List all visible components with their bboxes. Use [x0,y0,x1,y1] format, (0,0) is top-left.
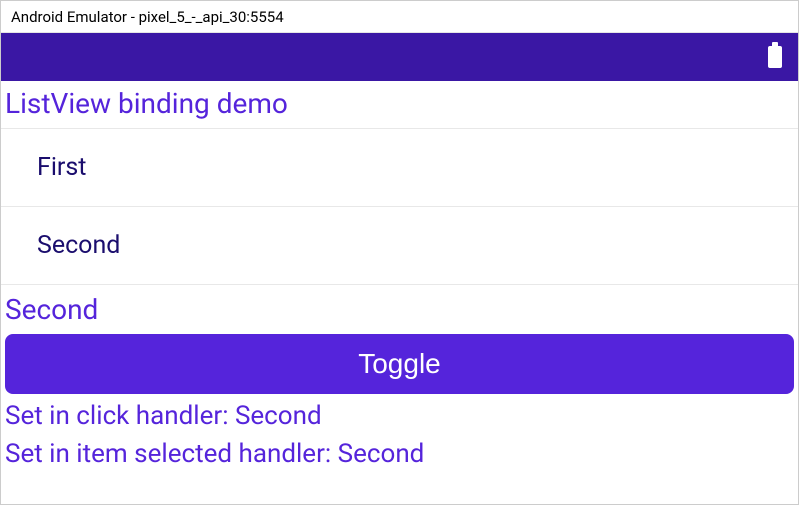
emulator-title-text: Android Emulator - pixel_5_-_api_30:5554 [11,8,284,26]
android-status-bar[interactable] [1,33,798,81]
list-item[interactable]: Second [1,207,798,285]
emulator-titlebar[interactable]: Android Emulator - pixel_5_-_api_30:5554 [1,1,798,33]
app-content: ListView binding demo First Second Secon… [1,81,798,504]
page-title: ListView binding demo [1,81,798,128]
item-selected-handler-text: Set in item selected handler: Second [1,436,798,474]
emulator-window: Android Emulator - pixel_5_-_api_30:5554… [0,0,799,505]
toggle-button[interactable]: Toggle [5,334,794,394]
listview[interactable]: First Second [1,128,798,285]
click-handler-text: Set in click handler: Second [1,398,798,436]
battery-icon [768,46,782,68]
list-item[interactable]: First [1,129,798,207]
selected-value-label: Second [1,285,798,332]
